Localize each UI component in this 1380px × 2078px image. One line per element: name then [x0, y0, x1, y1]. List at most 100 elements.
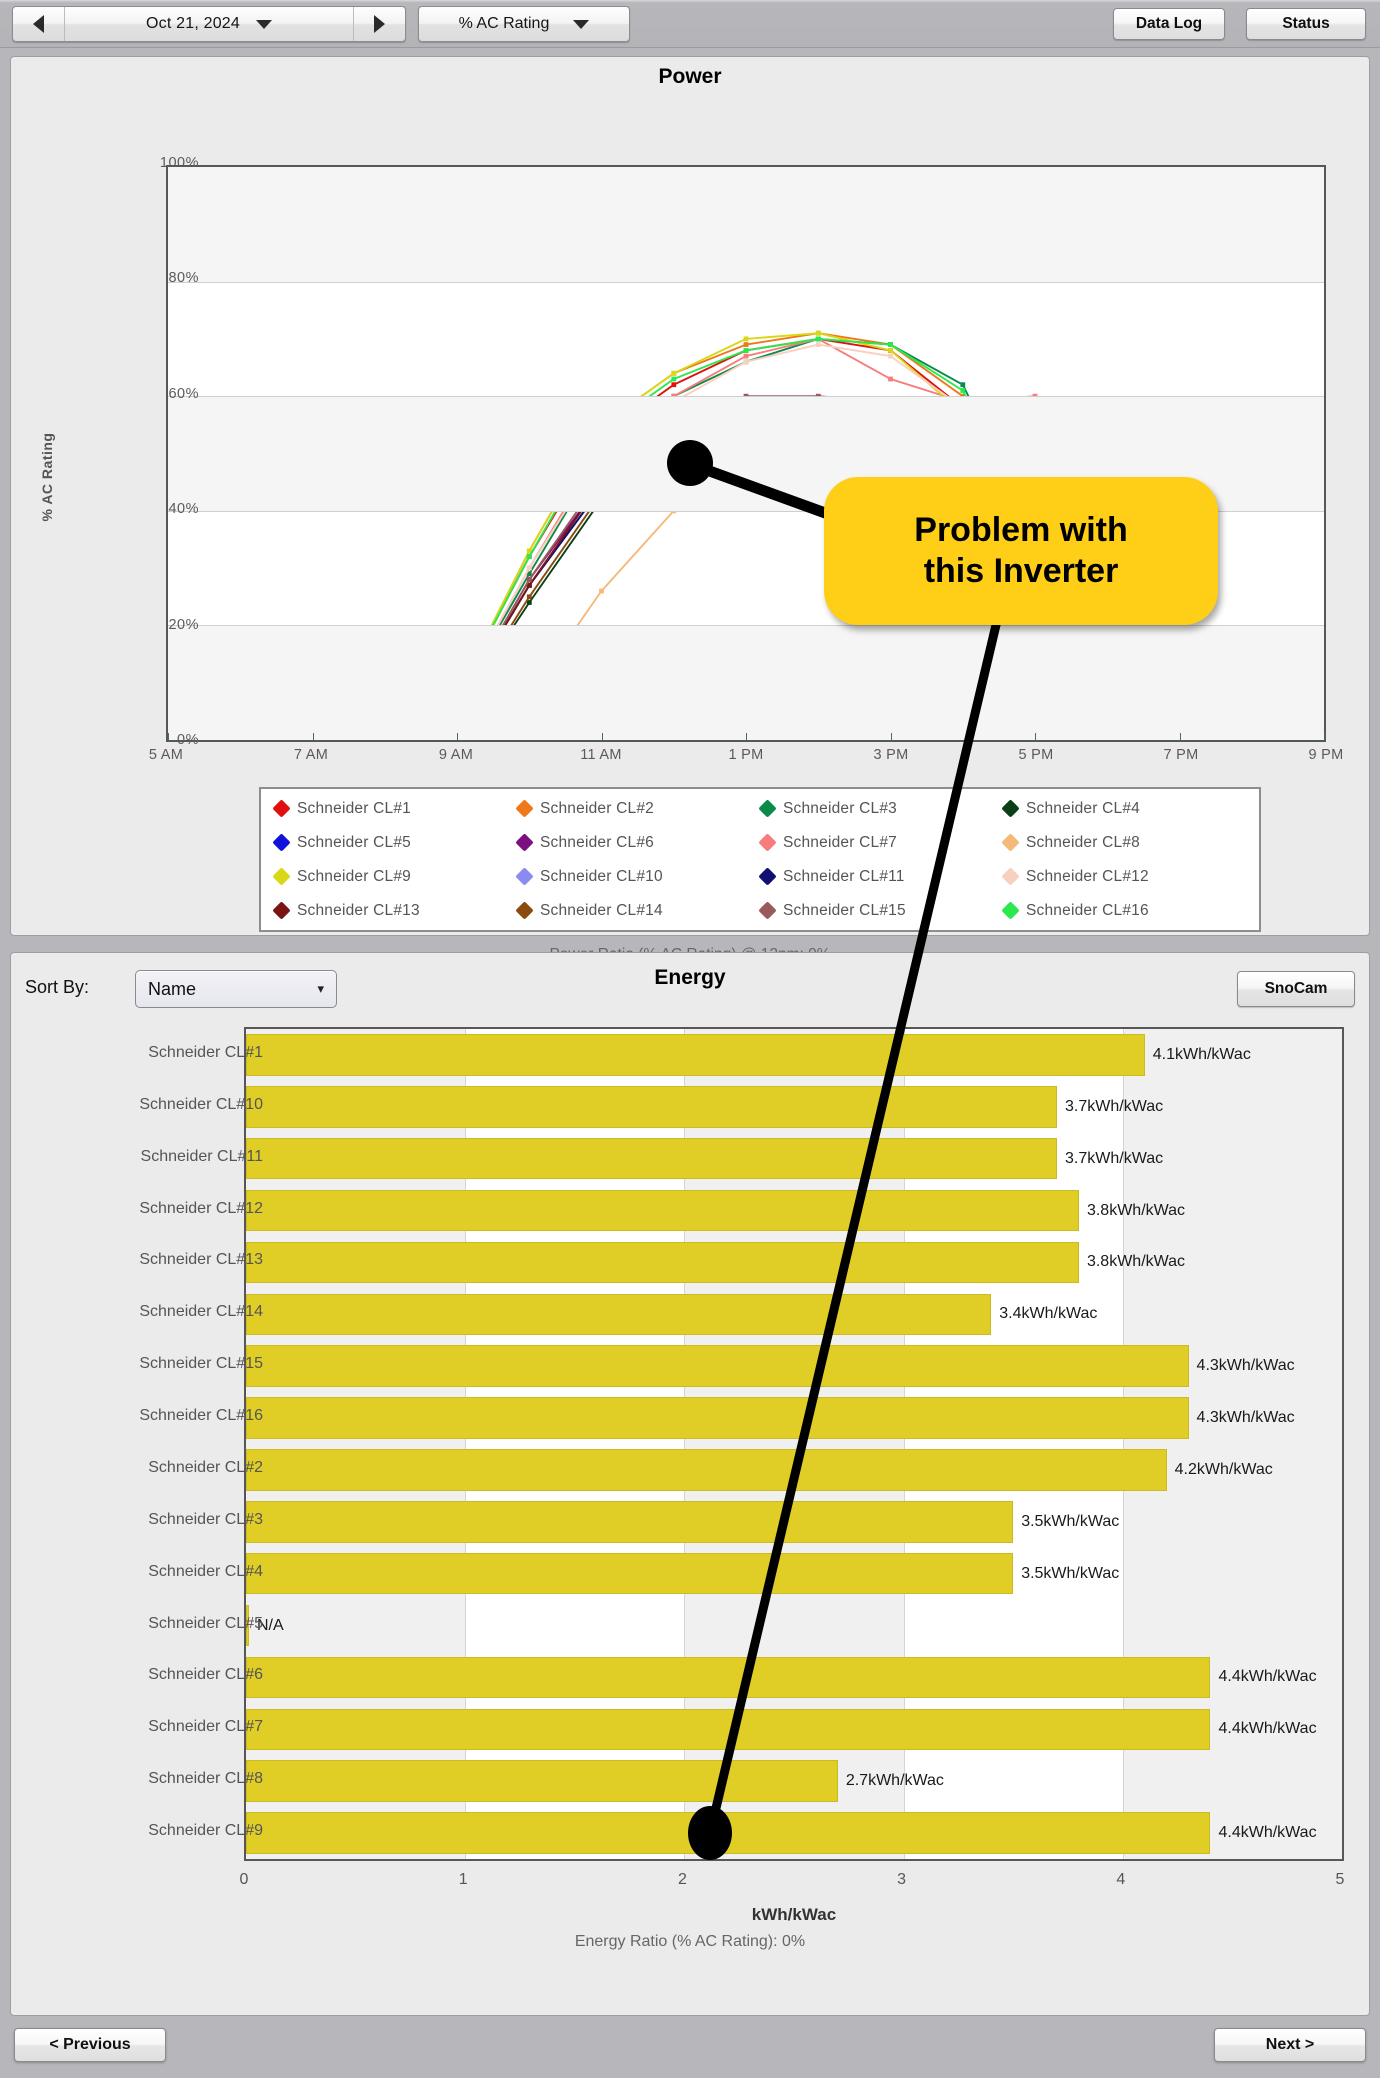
- legend-item[interactable]: Schneider CL#5: [272, 826, 518, 860]
- energy-bar: [246, 1449, 1167, 1491]
- legend-item[interactable]: Schneider CL#6: [515, 826, 761, 860]
- status-button[interactable]: Status: [1246, 8, 1366, 40]
- energy-category-label: Schneider CL#2: [148, 1458, 263, 1476]
- legend-item[interactable]: Schneider CL#8: [1001, 826, 1247, 860]
- power-series-marker: [599, 588, 604, 594]
- legend-marker-icon: [758, 833, 777, 852]
- power-y-tick: 80%: [168, 270, 199, 287]
- energy-x-tick: 1: [458, 1871, 468, 1888]
- date-navigator[interactable]: Oct 21, 2024: [12, 6, 406, 42]
- energy-category-label: Schneider CL#4: [148, 1562, 263, 1580]
- energy-bar-row[interactable]: 3.7kWh/kWac: [246, 1137, 1342, 1180]
- legend-label: Schneider CL#3: [783, 799, 897, 817]
- legend-item[interactable]: Schneider CL#13: [272, 894, 518, 928]
- grid-line: [168, 281, 1324, 283]
- grid-line: [168, 625, 1324, 627]
- power-x-tick: 3 PM: [873, 747, 909, 763]
- energy-bar: [246, 1034, 1145, 1076]
- chevron-down-icon: [256, 19, 273, 29]
- power-series-marker: [671, 376, 677, 382]
- energy-bar: [246, 1241, 1079, 1284]
- unit-dropdown-inner[interactable]: % AC Rating: [419, 7, 629, 41]
- legend-item[interactable]: Schneider CL#14: [515, 894, 761, 928]
- power-x-tick: 11 AM: [580, 747, 622, 763]
- legend-marker-icon: [1001, 833, 1020, 852]
- data-log-button[interactable]: Data Log: [1113, 8, 1225, 40]
- energy-bar-row[interactable]: 4.1kWh/kWac: [246, 1034, 1342, 1076]
- power-x-tick: 9 AM: [438, 747, 474, 763]
- energy-bar-row[interactable]: 3.5kWh/kWac: [246, 1552, 1342, 1595]
- energy-category-label: Schneider CL#6: [148, 1666, 263, 1684]
- legend-item[interactable]: Schneider CL#3: [758, 792, 1004, 826]
- power-x-tick: 7 AM: [293, 747, 329, 763]
- legend-item[interactable]: Schneider CL#10: [515, 860, 761, 894]
- energy-bar-row[interactable]: 4.4kWh/kWac: [246, 1656, 1342, 1699]
- legend-label: Schneider CL#1: [297, 799, 411, 817]
- energy-bar-row[interactable]: 3.8kWh/kWac: [246, 1189, 1342, 1232]
- prev-day-button[interactable]: [13, 7, 65, 41]
- energy-bar-row[interactable]: 4.2kWh/kWac: [246, 1449, 1342, 1491]
- legend-item[interactable]: Schneider CL#4: [1001, 792, 1247, 826]
- plot-band: [168, 625, 1324, 740]
- energy-bar-row[interactable]: N/A: [246, 1604, 1342, 1647]
- legend-label: Schneider CL#15: [783, 901, 906, 919]
- power-y-tick: 60%: [168, 385, 199, 402]
- legend-label: Schneider CL#7: [783, 833, 897, 851]
- legend-marker-icon: [515, 901, 534, 920]
- legend-label: Schneider CL#16: [1026, 901, 1149, 919]
- energy-bar-value-label: 4.3kWh/kWac: [1196, 1409, 1295, 1427]
- x-tick-mark: [890, 733, 892, 740]
- power-series-marker: [526, 594, 532, 600]
- annotation-line-1: Problem with: [914, 510, 1128, 549]
- energy-bar-row[interactable]: 3.5kWh/kWac: [246, 1501, 1342, 1543]
- energy-bar-row[interactable]: 2.7kWh/kWac: [246, 1760, 1342, 1802]
- power-series-marker: [743, 359, 749, 365]
- next-button[interactable]: Next >: [1214, 2028, 1366, 2062]
- energy-bar-row[interactable]: 3.7kWh/kWac: [246, 1086, 1342, 1128]
- legend-item[interactable]: Schneider CL#9: [272, 860, 518, 894]
- energy-category-label: Schneider CL#14: [139, 1303, 263, 1321]
- energy-x-tick: 2: [677, 1871, 687, 1888]
- legend-label: Schneider CL#4: [1026, 799, 1140, 817]
- legend-label: Schneider CL#11: [783, 867, 905, 885]
- power-series-marker: [888, 342, 893, 347]
- power-series-marker: [888, 376, 893, 382]
- legend-item[interactable]: Schneider CL#7: [758, 826, 1004, 860]
- legend-item[interactable]: Schneider CL#2: [515, 792, 761, 826]
- energy-category-label: Schneider CL#12: [139, 1199, 263, 1217]
- power-series-marker: [743, 348, 749, 353]
- energy-bar-row[interactable]: 3.8kWh/kWac: [246, 1241, 1342, 1284]
- legend-label: Schneider CL#2: [540, 799, 654, 817]
- legend-item[interactable]: Schneider CL#15: [758, 894, 1004, 928]
- power-chart-title: Power: [658, 65, 722, 88]
- energy-bar-row[interactable]: 4.3kWh/kWac: [246, 1397, 1342, 1439]
- power-y-tick: 100%: [159, 155, 199, 171]
- energy-bar-row[interactable]: 3.4kWh/kWac: [246, 1293, 1342, 1336]
- power-x-tick: 5 AM: [148, 747, 184, 763]
- legend-item[interactable]: Schneider CL#12: [1001, 860, 1247, 894]
- energy-category-label: Schneider CL#3: [148, 1510, 263, 1528]
- energy-category-label: Schneider CL#16: [139, 1407, 263, 1425]
- triangle-left-icon: [33, 15, 44, 33]
- snocam-button[interactable]: SnoCam: [1237, 971, 1355, 1007]
- legend-item[interactable]: Schneider CL#11: [758, 860, 1004, 894]
- date-dropdown[interactable]: Oct 21, 2024: [65, 7, 353, 41]
- next-day-button[interactable]: [353, 7, 405, 41]
- legend-marker-icon: [515, 799, 534, 818]
- legend-item[interactable]: Schneider CL#1: [272, 792, 518, 826]
- legend-label: Schneider CL#13: [297, 901, 420, 919]
- grid-line: [168, 396, 1324, 398]
- energy-bar: [246, 1397, 1189, 1439]
- energy-bar: [246, 1501, 1014, 1543]
- energy-bar-row[interactable]: 4.4kWh/kWac: [246, 1812, 1342, 1854]
- legend-item[interactable]: Schneider CL#16: [1001, 894, 1247, 928]
- energy-plot-area: 4.1kWh/kWac 3.7kWh/kWac 3.7kWh/kWac 3.8kWh/…: [244, 1027, 1344, 1861]
- energy-bar-row[interactable]: 4.3kWh/kWac: [246, 1345, 1342, 1387]
- unit-dropdown[interactable]: % AC Rating: [418, 6, 630, 42]
- energy-bar-row[interactable]: 4.4kWh/kWac: [246, 1708, 1342, 1751]
- previous-button[interactable]: < Previous: [14, 2028, 166, 2062]
- energy-bar: [246, 1708, 1211, 1751]
- x-tick-mark: [1179, 733, 1181, 740]
- power-y-tick: 40%: [168, 501, 199, 518]
- power-x-tick: 7 PM: [1163, 747, 1199, 763]
